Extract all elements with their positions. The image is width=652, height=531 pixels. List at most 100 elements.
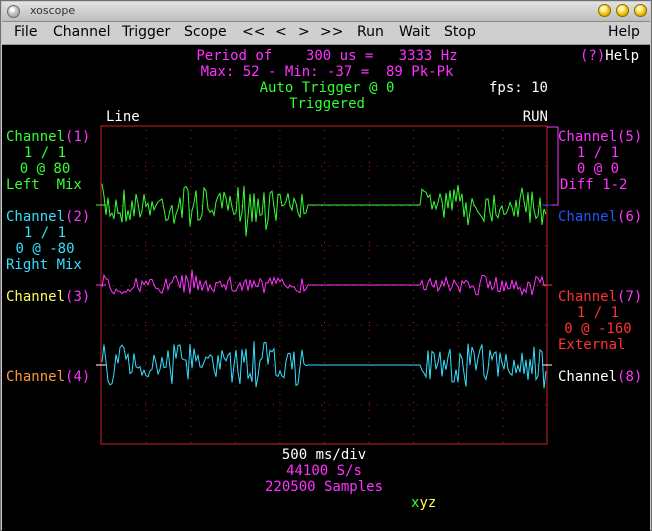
grid-dot [502, 202, 504, 203]
grid-dot [324, 370, 325, 371]
grid-dot [368, 194, 370, 195]
grid-dot [234, 162, 236, 163]
menu-stop[interactable]: Stop [444, 24, 476, 40]
grid-dot [279, 418, 281, 419]
window-menu-icon[interactable] [7, 5, 20, 18]
grid-dot [324, 338, 325, 339]
menu-scroll-left[interactable]: < [275, 24, 287, 40]
menu-channel[interactable]: Channel [53, 24, 110, 40]
grid-dot [145, 404, 146, 406]
grid-dot [368, 266, 370, 267]
grid-dot [425, 324, 426, 326]
grid-dot [161, 324, 162, 326]
grid-dot [113, 205, 114, 207]
grid-dot [521, 285, 522, 286]
grid-dot [457, 364, 458, 366]
grid-dot [529, 404, 530, 406]
grid-dot [279, 170, 281, 171]
channel-2-trace [101, 341, 547, 389]
grid-dot [413, 242, 415, 243]
grid-dot [265, 324, 266, 326]
grid-dot [190, 410, 192, 411]
sample-rate-readout[interactable]: 44100 S/s [286, 463, 362, 479]
grid-dot [537, 364, 538, 366]
scope-display[interactable] [2, 45, 650, 515]
grid-dot [145, 274, 147, 275]
grid-dot [279, 306, 281, 307]
grid-dot [413, 314, 415, 315]
grid-dot [413, 266, 415, 267]
grid-dot [265, 245, 266, 247]
grid-dot [129, 165, 130, 167]
menu-wait[interactable]: Wait [399, 24, 430, 40]
grid-dot [457, 314, 459, 315]
menu-file[interactable]: File [14, 24, 37, 40]
grid-dot [190, 322, 192, 323]
grid-dot [368, 170, 370, 171]
grid-dot [324, 410, 325, 411]
grid-dot [193, 324, 194, 326]
grid-dot [190, 250, 192, 251]
grid-dot [449, 364, 450, 366]
menu-trigger[interactable]: Trigger [122, 24, 170, 40]
grid-dot [502, 330, 504, 331]
grid-dot [234, 306, 236, 307]
grid-dot [413, 434, 415, 435]
grid-dot [279, 250, 281, 251]
maximize-icon[interactable] [616, 4, 629, 17]
grid-dot [368, 418, 370, 419]
grid-dot [234, 362, 236, 363]
grid-dot [413, 218, 415, 219]
menu-scroll-far-left[interactable]: << [242, 24, 265, 40]
grid-dot [313, 205, 314, 207]
grid-dot [113, 165, 114, 167]
grid-dot [177, 364, 178, 366]
menu-run[interactable]: Run [357, 24, 384, 40]
grid-dot [129, 205, 130, 207]
grid-dot [121, 245, 122, 247]
grid-dot [473, 324, 474, 326]
grid-dot [457, 165, 458, 167]
grid-dot [385, 205, 386, 207]
grid-dot [313, 324, 314, 326]
grid-dot [521, 205, 522, 207]
menu-scroll-far-right[interactable]: >> [320, 24, 343, 40]
grid-dot [225, 285, 226, 286]
grid-dot [401, 404, 402, 406]
grid-dot [489, 404, 490, 406]
grid-dot [369, 245, 370, 247]
grid-dot [305, 245, 306, 247]
menu-scroll-right[interactable]: > [298, 24, 310, 40]
grid-dot [324, 258, 325, 259]
grid-dot [329, 165, 330, 167]
grid-dot [321, 165, 322, 167]
grid-dot [473, 245, 474, 247]
grid-dot [234, 442, 236, 443]
grid-dot [161, 205, 162, 207]
grid-dot [321, 324, 322, 326]
grid-dot [502, 314, 504, 315]
grid-dot [297, 404, 298, 406]
timebase-readout[interactable]: 500 ms/div [282, 447, 366, 463]
grid-dot [257, 404, 258, 406]
grid-dot [234, 434, 236, 435]
grid-dot [177, 324, 178, 326]
grid-dot [289, 404, 290, 406]
menu-help[interactable]: Help [608, 24, 640, 40]
close-icon[interactable] [634, 4, 647, 17]
grid-dot [185, 245, 186, 247]
grid-dot [457, 354, 459, 355]
grid-dot [289, 245, 290, 247]
minimize-icon[interactable] [598, 4, 611, 17]
grid-dot [324, 242, 325, 243]
xyz-mode-label[interactable]: xyz [411, 495, 436, 511]
grid-dot [145, 242, 147, 243]
grid-dot [324, 290, 325, 291]
grid-dot [489, 324, 490, 326]
grid-dot [217, 285, 218, 286]
grid-dot [113, 245, 114, 247]
menu-scope[interactable]: Scope [184, 24, 227, 40]
grid-dot [279, 210, 281, 211]
grid-dot [413, 210, 415, 211]
grid-dot [145, 378, 147, 379]
